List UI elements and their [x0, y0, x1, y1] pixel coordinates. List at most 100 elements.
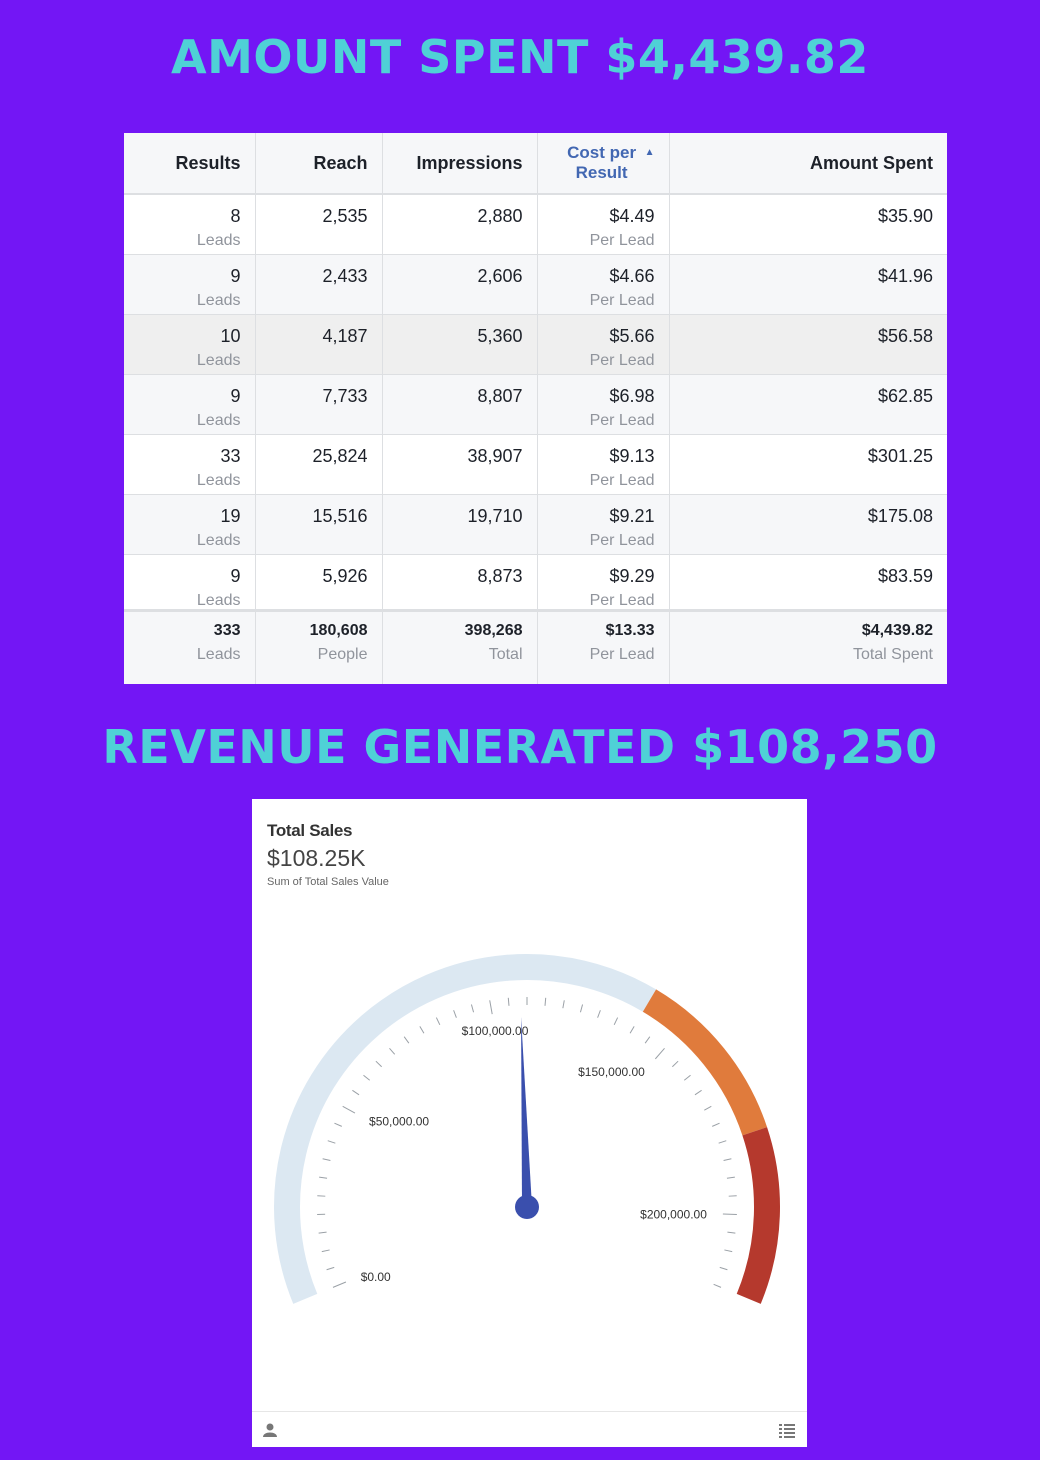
results-unit: Leads — [196, 352, 241, 369]
ads-results-table: Results Reach Impressions Cost per Resul… — [124, 133, 947, 684]
gauge-band-1 — [274, 954, 657, 1304]
total-results-cell: 333 Leads — [124, 609, 256, 684]
results-unit: Leads — [196, 232, 241, 249]
table-row[interactable]: 10 Leads 4,187 5,360 $5.66 Per Lead $56.58 — [124, 314, 947, 375]
cost-per-result-label: Cost per Result — [567, 143, 637, 182]
column-header-impressions[interactable]: Impressions — [382, 133, 538, 195]
cost-value: $4.49 — [609, 206, 655, 226]
gauge-minor-tick — [727, 1231, 736, 1234]
results-unit: Leads — [196, 292, 241, 309]
cost-unit: Per Lead — [589, 592, 655, 609]
impressions-value: 5,360 — [477, 326, 523, 346]
gauge-minor-tick — [403, 1036, 410, 1044]
column-header-cost-per-result[interactable]: Cost per Result ▲ — [537, 133, 670, 195]
column-header-results[interactable]: Results — [124, 133, 256, 195]
cost-value: $9.21 — [609, 506, 655, 526]
spent-cell: $62.85 — [669, 374, 947, 435]
total-results: 333 — [213, 622, 241, 639]
impressions-value: 38,907 — [467, 446, 523, 466]
reach-cell: 7,733 — [255, 374, 383, 435]
gauge-minor-tick — [723, 1158, 732, 1162]
gauge-minor-tick — [683, 1074, 691, 1081]
reach-value: 15,516 — [312, 506, 368, 526]
gauge-minor-tick — [718, 1140, 727, 1144]
impressions-cell: 38,907 — [382, 434, 538, 495]
results-unit: Leads — [196, 592, 241, 609]
results-cell: 10 Leads — [124, 314, 256, 375]
gauge-minor-tick — [318, 1231, 327, 1234]
gauge-minor-tick — [694, 1089, 702, 1096]
results-unit: Leads — [196, 472, 241, 489]
table-row[interactable]: 8 Leads 2,535 2,880 $4.49 Per Lead $35.90 — [124, 194, 947, 255]
impressions-value: 2,606 — [477, 266, 523, 286]
results-value: 9 — [230, 566, 241, 586]
spent-value: $175.08 — [867, 506, 933, 526]
spent-value: $301.25 — [867, 446, 933, 466]
spent-cell: $56.58 — [669, 314, 947, 375]
gauge-minor-tick — [334, 1122, 342, 1127]
total-spent-unit: Total Spent — [852, 646, 933, 663]
gauge-minor-tick — [419, 1026, 425, 1034]
impressions-cell: 8,873 — [382, 554, 538, 611]
gauge-minor-tick — [579, 1004, 584, 1013]
cost-unit: Per Lead — [589, 232, 655, 249]
gauge-major-tick — [342, 1105, 356, 1114]
gauge-minor-tick — [724, 1249, 733, 1253]
total-results-unit: Leads — [196, 646, 241, 663]
table-row[interactable]: 9 Leads 5,926 8,873 $9.29 Per Lead $83.59 — [124, 554, 947, 611]
gauge-minor-tick — [719, 1266, 728, 1271]
total-spent-cell: $4,439.82 Total Spent — [669, 609, 947, 684]
results-value: 33 — [220, 446, 241, 466]
gauge-minor-tick — [319, 1176, 328, 1179]
results-cell: 9 Leads — [124, 374, 256, 435]
cost-unit: Per Lead — [589, 352, 655, 369]
spent-value: $35.90 — [877, 206, 933, 226]
cost-cell: $9.29 Per Lead — [537, 554, 670, 611]
reach-cell: 2,535 — [255, 194, 383, 255]
spent-value: $62.85 — [877, 386, 933, 406]
table-row[interactable]: 9 Leads 2,433 2,606 $4.66 Per Lead $41.96 — [124, 254, 947, 315]
gauge-tick-label: $150,000.00 — [578, 1065, 645, 1079]
impressions-cell: 8,807 — [382, 374, 538, 435]
gauge-minor-tick — [544, 997, 547, 1006]
sort-ascending-icon: ▲ — [644, 147, 655, 158]
results-cell: 9 Leads — [124, 254, 256, 315]
results-value: 10 — [220, 326, 241, 346]
gauge-minor-tick — [629, 1026, 635, 1034]
gauge-minor-tick — [453, 1010, 457, 1018]
list-icon[interactable] — [779, 1424, 795, 1438]
results-value: 9 — [230, 266, 241, 286]
user-icon[interactable] — [263, 1422, 277, 1438]
spent-cell: $301.25 — [669, 434, 947, 495]
total-impressions: 398,268 — [464, 622, 523, 639]
spent-value: $41.96 — [877, 266, 933, 286]
results-value: 19 — [220, 506, 241, 526]
gauge-minor-tick — [375, 1060, 382, 1068]
reach-value: 25,824 — [312, 446, 368, 466]
gauge-minor-tick — [672, 1060, 679, 1068]
gauge-band-2 — [642, 989, 768, 1136]
gauge-band-3 — [736, 1127, 780, 1304]
reach-cell: 4,187 — [255, 314, 383, 375]
table-row[interactable]: 33 Leads 25,824 38,907 $9.13 Per Lead $301.25 — [124, 434, 947, 495]
total-reach-cell: 180,608 People — [255, 609, 383, 684]
total-impressions-unit: Total — [488, 646, 523, 663]
gauge-tick-label: $50,000.00 — [369, 1115, 429, 1129]
card-footer — [252, 1411, 807, 1448]
gauge-minor-tick — [435, 1017, 441, 1025]
gauge-minor-tick — [326, 1266, 335, 1271]
cost-unit: Per Lead — [589, 532, 655, 549]
total-cost-unit: Per Lead — [589, 646, 655, 663]
spent-cell: $35.90 — [669, 194, 947, 255]
cost-value: $9.13 — [609, 446, 655, 466]
cost-value: $5.66 — [609, 326, 655, 346]
column-header-reach[interactable]: Reach — [255, 133, 383, 195]
gauge-minor-tick — [704, 1105, 712, 1111]
table-row[interactable]: 9 Leads 7,733 8,807 $6.98 Per Lead $62.85 — [124, 374, 947, 435]
spent-cell: $175.08 — [669, 494, 947, 555]
column-header-amount-spent[interactable]: Amount Spent — [669, 133, 947, 195]
table-row[interactable]: 19 Leads 15,516 19,710 $9.21 Per Lead $175.08 — [124, 494, 947, 555]
gauge-needle — [521, 1017, 532, 1208]
impressions-value: 8,807 — [477, 386, 523, 406]
spent-cell: $41.96 — [669, 254, 947, 315]
